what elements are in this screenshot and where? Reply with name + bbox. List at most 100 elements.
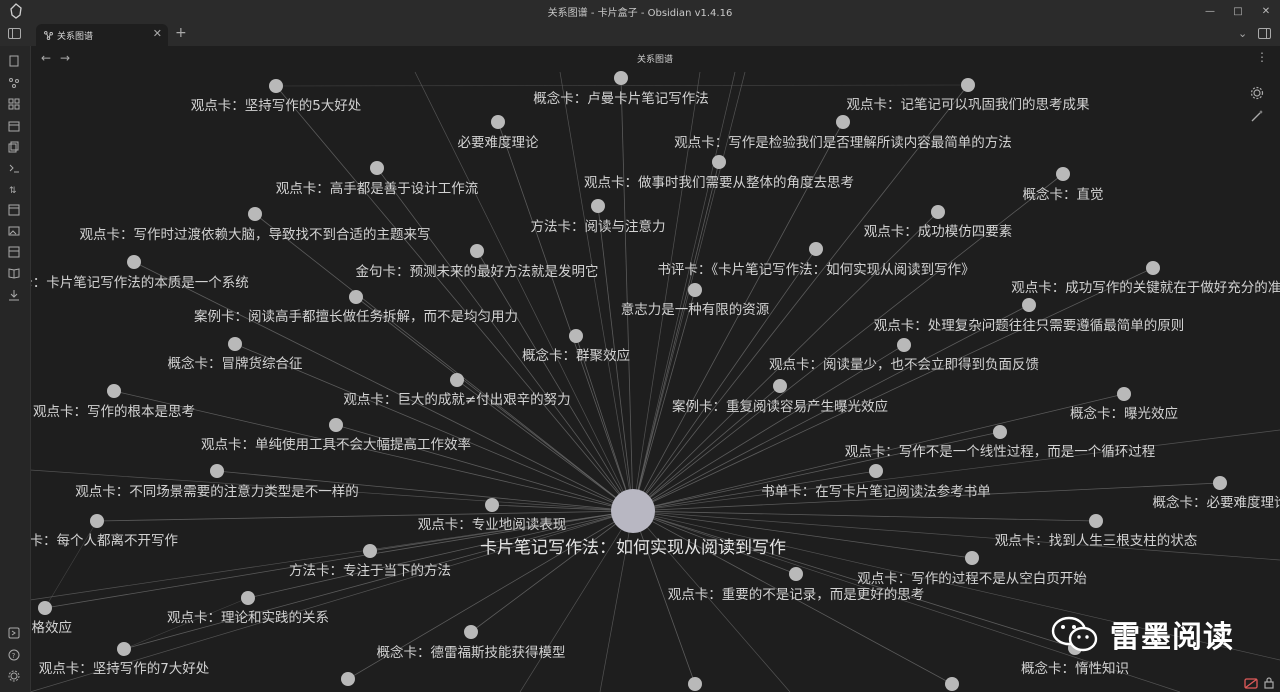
graph-node-label: 书评卡：《卡片笔记写作法：如何实现从阅读到写作》 (657, 262, 974, 278)
maximize-button[interactable]: □ (1224, 0, 1252, 22)
tab-list-chevron-icon[interactable]: ⌄ (1238, 27, 1247, 40)
graph-node[interactable] (248, 207, 262, 221)
graph-node[interactable] (210, 464, 224, 478)
graph-node[interactable] (464, 625, 478, 639)
graph-node[interactable] (965, 551, 979, 565)
tab-bar: 关系图谱 ✕ + ⌄ (0, 22, 1280, 46)
graph-node[interactable] (945, 677, 959, 691)
graph-node-label: 意志力是一种有限的资源 (621, 301, 770, 318)
graph-node[interactable] (329, 418, 343, 432)
copy-icon[interactable] (8, 141, 20, 153)
graph-node[interactable] (228, 337, 242, 351)
graph-node[interactable] (470, 244, 484, 258)
graph-node[interactable] (370, 161, 384, 175)
more-options-icon[interactable]: ⋮ (1256, 50, 1268, 64)
graph-node[interactable] (809, 242, 823, 256)
right-sidebar-toggle-icon[interactable] (1258, 28, 1271, 39)
graph-node[interactable] (869, 464, 883, 478)
graph-canvas[interactable]: 观点卡：坚持写作的5大好处 概念卡：卢曼卡片笔记写作法 观点卡：记笔记可以巩固我们的… (0, 0, 1280, 692)
graph-node[interactable] (961, 78, 975, 92)
title-bar: 关系图谱 - 卡片盒子 - Obsidian v1.4.16 — □ ✕ (0, 0, 1280, 22)
graph-node[interactable] (591, 199, 605, 213)
tab-label: 关系图谱 (57, 31, 94, 42)
graph-icon (44, 30, 53, 40)
view-header: ← → 关系图谱 ⋮ (30, 46, 1280, 72)
graph-node[interactable] (117, 642, 131, 656)
graph-node[interactable] (341, 672, 355, 686)
graph-node[interactable] (450, 373, 464, 387)
download-icon[interactable] (8, 289, 20, 301)
left-ribbon: ⇅ ? (0, 46, 31, 692)
tab-close-icon[interactable]: ✕ (153, 27, 162, 40)
graph-link (632, 248, 817, 512)
graph-node[interactable] (1056, 167, 1070, 181)
layout-icon[interactable] (8, 246, 20, 258)
graph-node-label: 观点卡：坚持写作的5大好处 (191, 98, 362, 114)
graph-node[interactable] (107, 384, 121, 398)
vault-switcher-icon[interactable] (8, 627, 20, 639)
graph-node-label: 方法卡：阅读与注意力 (531, 218, 666, 235)
graph-node[interactable] (688, 283, 702, 297)
graph-node-label: 观点卡：不同场景需要的注意力类型是不一样的 (75, 483, 359, 500)
graph-node[interactable] (688, 677, 702, 691)
links-layer (29, 71, 1280, 692)
graph-node[interactable] (38, 601, 52, 615)
calendar-icon[interactable] (8, 120, 20, 132)
graph-node[interactable] (491, 115, 505, 129)
graph-node-label: 概念卡：冒牌货综合征 (168, 355, 303, 372)
graph-settings-icon[interactable] (1250, 86, 1264, 100)
lock-icon[interactable] (1262, 676, 1276, 690)
graph-node-label: 观点卡：高手都是善于设计工作流 (276, 180, 479, 197)
graph-node[interactable] (269, 79, 283, 93)
files-icon[interactable] (8, 55, 20, 67)
graph-node[interactable] (241, 591, 255, 605)
graph-node-label: 必要难度理论 (458, 135, 539, 151)
graph-node-label: 观点卡：坚持写作的7大好处 (39, 661, 210, 677)
graph-node[interactable] (485, 498, 499, 512)
graph-node[interactable] (614, 71, 628, 85)
graph-node-label: 观点卡：单纯使用工具不会大幅提高工作效率 (201, 436, 471, 453)
graph-node[interactable] (363, 544, 377, 558)
graph-node-label: 观点卡：写作的根本是思考 (33, 404, 195, 420)
close-window-button[interactable]: ✕ (1252, 0, 1280, 22)
graph-node[interactable] (349, 290, 363, 304)
graph-node[interactable] (789, 567, 803, 581)
minimize-button[interactable]: — (1196, 0, 1224, 22)
help-icon[interactable]: ? (8, 649, 20, 661)
template-icon[interactable] (8, 204, 20, 216)
sort-icon[interactable]: ⇅ (8, 183, 20, 195)
book-icon[interactable] (8, 267, 20, 279)
graph-node-label: 概念卡：直觉 (1023, 186, 1104, 203)
graph-view-icon[interactable] (8, 77, 20, 89)
sync-error-icon[interactable] (1244, 676, 1258, 690)
graph-node[interactable] (836, 115, 850, 129)
graph-node[interactable] (127, 255, 141, 269)
canvas-icon[interactable] (8, 98, 20, 110)
tab-graph-view[interactable]: 关系图谱 ✕ (36, 24, 168, 46)
terminal-icon[interactable] (8, 162, 20, 174)
animate-wand-icon[interactable] (1250, 109, 1264, 123)
graph-node[interactable] (897, 338, 911, 352)
graph-node-label: 案例卡：重复阅读容易产生曝光效应 (672, 398, 888, 415)
graph-node[interactable] (712, 155, 726, 169)
sidebar-toggle-icon[interactable] (8, 28, 21, 39)
graph-center-label: 卡片笔记写作法：如何实现从阅读到写作 (480, 538, 786, 558)
graph-node-label: 观点卡：写作不是一个线性过程，而是一个循环过程 (845, 444, 1156, 460)
graph-node[interactable] (931, 205, 945, 219)
graph-node[interactable] (1213, 476, 1227, 490)
image-icon[interactable] (8, 225, 20, 237)
graph-center-node[interactable] (611, 489, 655, 533)
graph-node[interactable] (1089, 514, 1103, 528)
new-tab-button[interactable]: + (175, 25, 187, 41)
graph-node[interactable] (1022, 298, 1036, 312)
graph-node-label: 概念卡：卢曼卡片笔记写作法 (533, 90, 709, 107)
graph-node[interactable] (569, 329, 583, 343)
settings-icon[interactable] (8, 670, 20, 682)
graph-node-label: 观点卡：理论和实践的关系 (167, 610, 329, 626)
graph-node[interactable] (1146, 261, 1160, 275)
graph-node[interactable] (1117, 387, 1131, 401)
graph-node[interactable] (90, 514, 104, 528)
graph-node[interactable] (993, 425, 1007, 439)
graph-node[interactable] (773, 379, 787, 393)
svg-text:?: ? (12, 652, 16, 660)
